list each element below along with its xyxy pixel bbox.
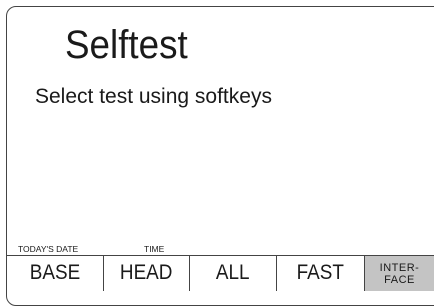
- softkey-interface-label-line2: FACE: [384, 274, 415, 286]
- softkey-head[interactable]: HEAD: [104, 256, 190, 291]
- softkey-all-label: ALL: [216, 261, 250, 284]
- softkey-head-label: HEAD: [120, 261, 173, 284]
- softkey-bar: BASE HEAD ALL FAST INTER- FACE: [7, 256, 434, 291]
- softkey-interface[interactable]: INTER- FACE: [365, 256, 434, 291]
- todays-date-label: TODAY'S DATE: [18, 244, 79, 254]
- softkey-interface-label-line1: INTER-: [379, 262, 420, 274]
- softkey-all[interactable]: ALL: [190, 256, 277, 291]
- instruction-text: Select test using softkeys: [35, 85, 272, 108]
- softkey-base[interactable]: BASE: [7, 256, 104, 291]
- softkey-fast-label: FAST: [296, 261, 345, 284]
- page-title: Selftest: [65, 23, 188, 67]
- time-label: TIME: [144, 244, 165, 254]
- softkey-base-label: BASE: [29, 261, 81, 284]
- softkey-fast[interactable]: FAST: [277, 256, 365, 291]
